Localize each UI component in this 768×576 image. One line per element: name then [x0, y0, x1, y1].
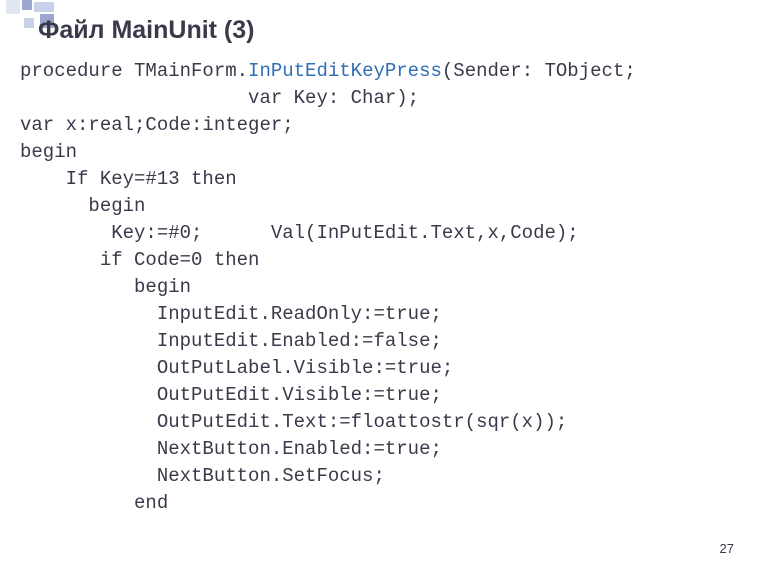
code-line-15: NextButton.Enabled:=true; [20, 438, 442, 460]
code-line-5: If Key=#13 then [20, 168, 237, 190]
code-line-17: end [20, 492, 168, 514]
code-line-2: var Key: Char); [20, 87, 419, 109]
code-line-14: OutPutEdit.Text:=floattostr(sqr(x)); [20, 411, 567, 433]
code-line-10: InputEdit.ReadOnly:=true; [20, 303, 442, 325]
code-block: procedure TMainForm.InPutEditKeyPress(Se… [20, 58, 748, 517]
code-line-1b: (Sender: TObject; [442, 60, 636, 82]
function-name: InPutEditKeyPress [248, 60, 442, 82]
code-line-1a: procedure TMainForm. [20, 60, 248, 82]
code-line-6: begin [20, 195, 145, 217]
code-line-12: OutPutLabel.Visible:=true; [20, 357, 453, 379]
page-number: 27 [720, 541, 734, 556]
code-line-9: begin [20, 276, 191, 298]
code-line-16: NextButton.SetFocus; [20, 465, 385, 487]
code-line-8: if Code=0 then [20, 249, 259, 271]
code-line-7: Key:=#0; Val(InPutEdit.Text,x,Code); [20, 222, 579, 244]
code-line-4: begin [20, 141, 77, 163]
code-line-13: OutPutEdit.Visible:=true; [20, 384, 442, 406]
page-title: Файл MainUnit (3) [38, 16, 254, 45]
code-line-3: var x:real;Code:integer; [20, 114, 294, 136]
code-line-11: InputEdit.Enabled:=false; [20, 330, 442, 352]
